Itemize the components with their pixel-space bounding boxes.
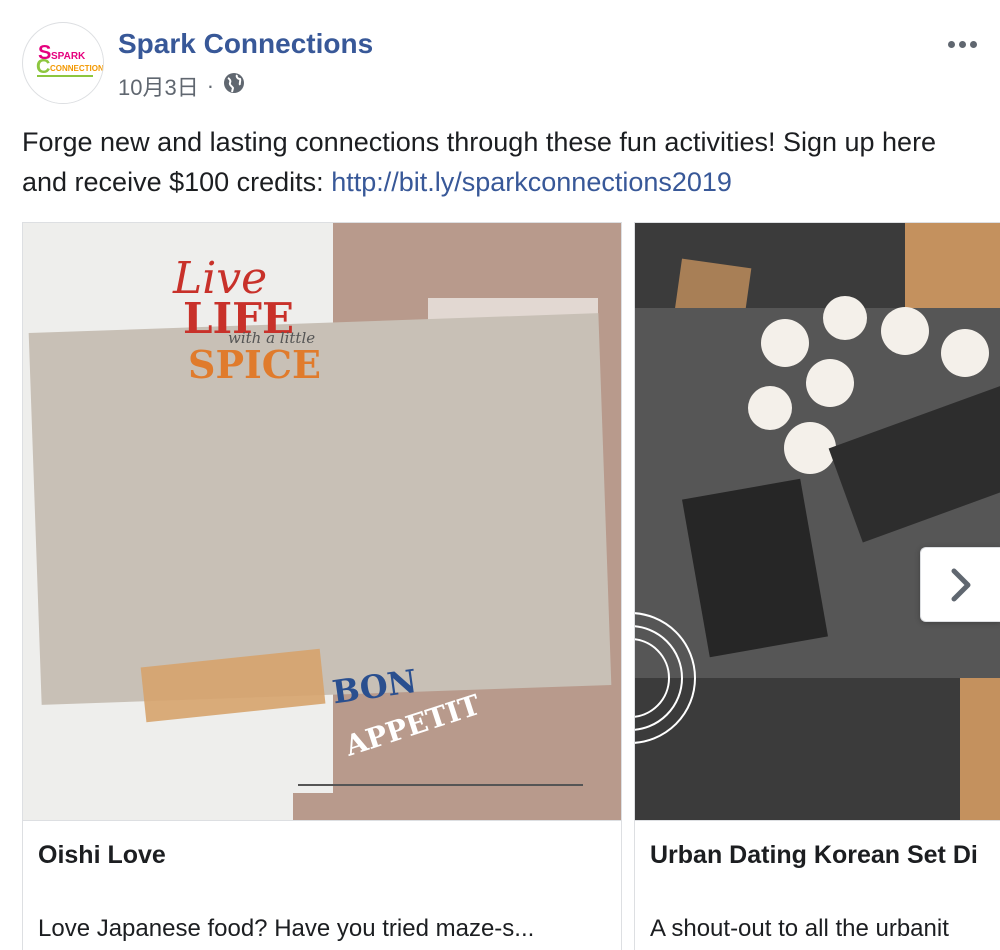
- post-text: Forge new and lasting connections throug…: [22, 122, 982, 202]
- card-title[interactable]: Oishi Love: [38, 841, 166, 870]
- image-text-spice: SPICE: [188, 342, 321, 387]
- card-image-placeholder[interactable]: Live LIFE with a little SPICE BON APPETI…: [23, 223, 621, 821]
- svg-text:C: C: [36, 56, 50, 78]
- post-header: S SPARK C CONNECTIONS Spark Connections …: [22, 22, 982, 112]
- logo-text-top: SPARK: [51, 51, 86, 62]
- meta-separator: ·: [206, 73, 215, 98]
- carousel-next-button[interactable]: [920, 547, 1000, 622]
- post-date[interactable]: 10月3日: [118, 70, 199, 102]
- author-name[interactable]: Spark Connections: [118, 28, 373, 60]
- spark-connections-logo: S SPARK C CONNECTIONS: [24, 24, 104, 103]
- carousel: Live LIFE with a little SPICE BON APPETI…: [0, 222, 1000, 950]
- logo-text-bottom: CONNECTIONS: [50, 64, 104, 73]
- more-options-button[interactable]: [942, 32, 982, 56]
- card-description: A shout-out to all the urbanit: [650, 915, 949, 942]
- card-description: Love Japanese food? Have you tried maze-…: [38, 915, 535, 942]
- card-title[interactable]: Urban Dating Korean Set Di: [650, 841, 978, 870]
- carousel-card[interactable]: Live LIFE with a little SPICE BON APPETI…: [22, 222, 622, 950]
- more-dots-icon: [947, 40, 955, 48]
- post-link[interactable]: http://bit.ly/sparkconnections2019: [331, 167, 732, 197]
- post-meta: 10月3日 ·: [118, 70, 246, 102]
- globe-icon[interactable]: [222, 71, 246, 101]
- card-image-placeholder[interactable]: [635, 223, 1000, 821]
- chevron-right-icon: [951, 568, 970, 601]
- avatar[interactable]: S SPARK C CONNECTIONS: [22, 22, 104, 104]
